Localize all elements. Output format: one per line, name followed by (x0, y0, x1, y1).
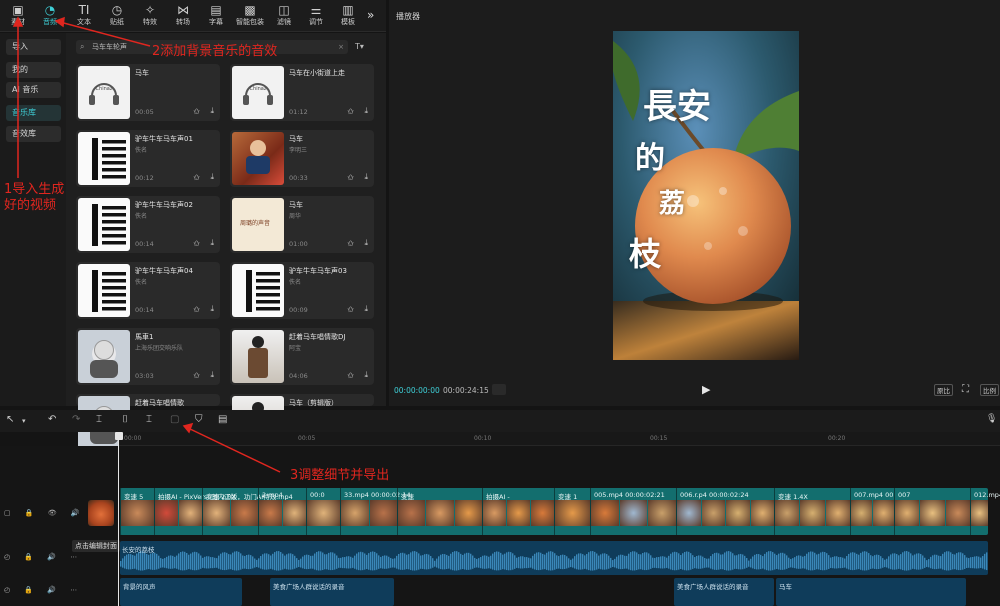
annotation-step1: 1导入生成 好的视频 (4, 182, 64, 214)
annotation-step3: 3调整细节并导出 (290, 468, 390, 483)
annotation-step2: 2添加背景音乐的音效 (152, 44, 278, 59)
annotation-arrows (12, 16, 281, 473)
annotation-step1-text: 1导入生成 好的视频 (4, 182, 65, 213)
